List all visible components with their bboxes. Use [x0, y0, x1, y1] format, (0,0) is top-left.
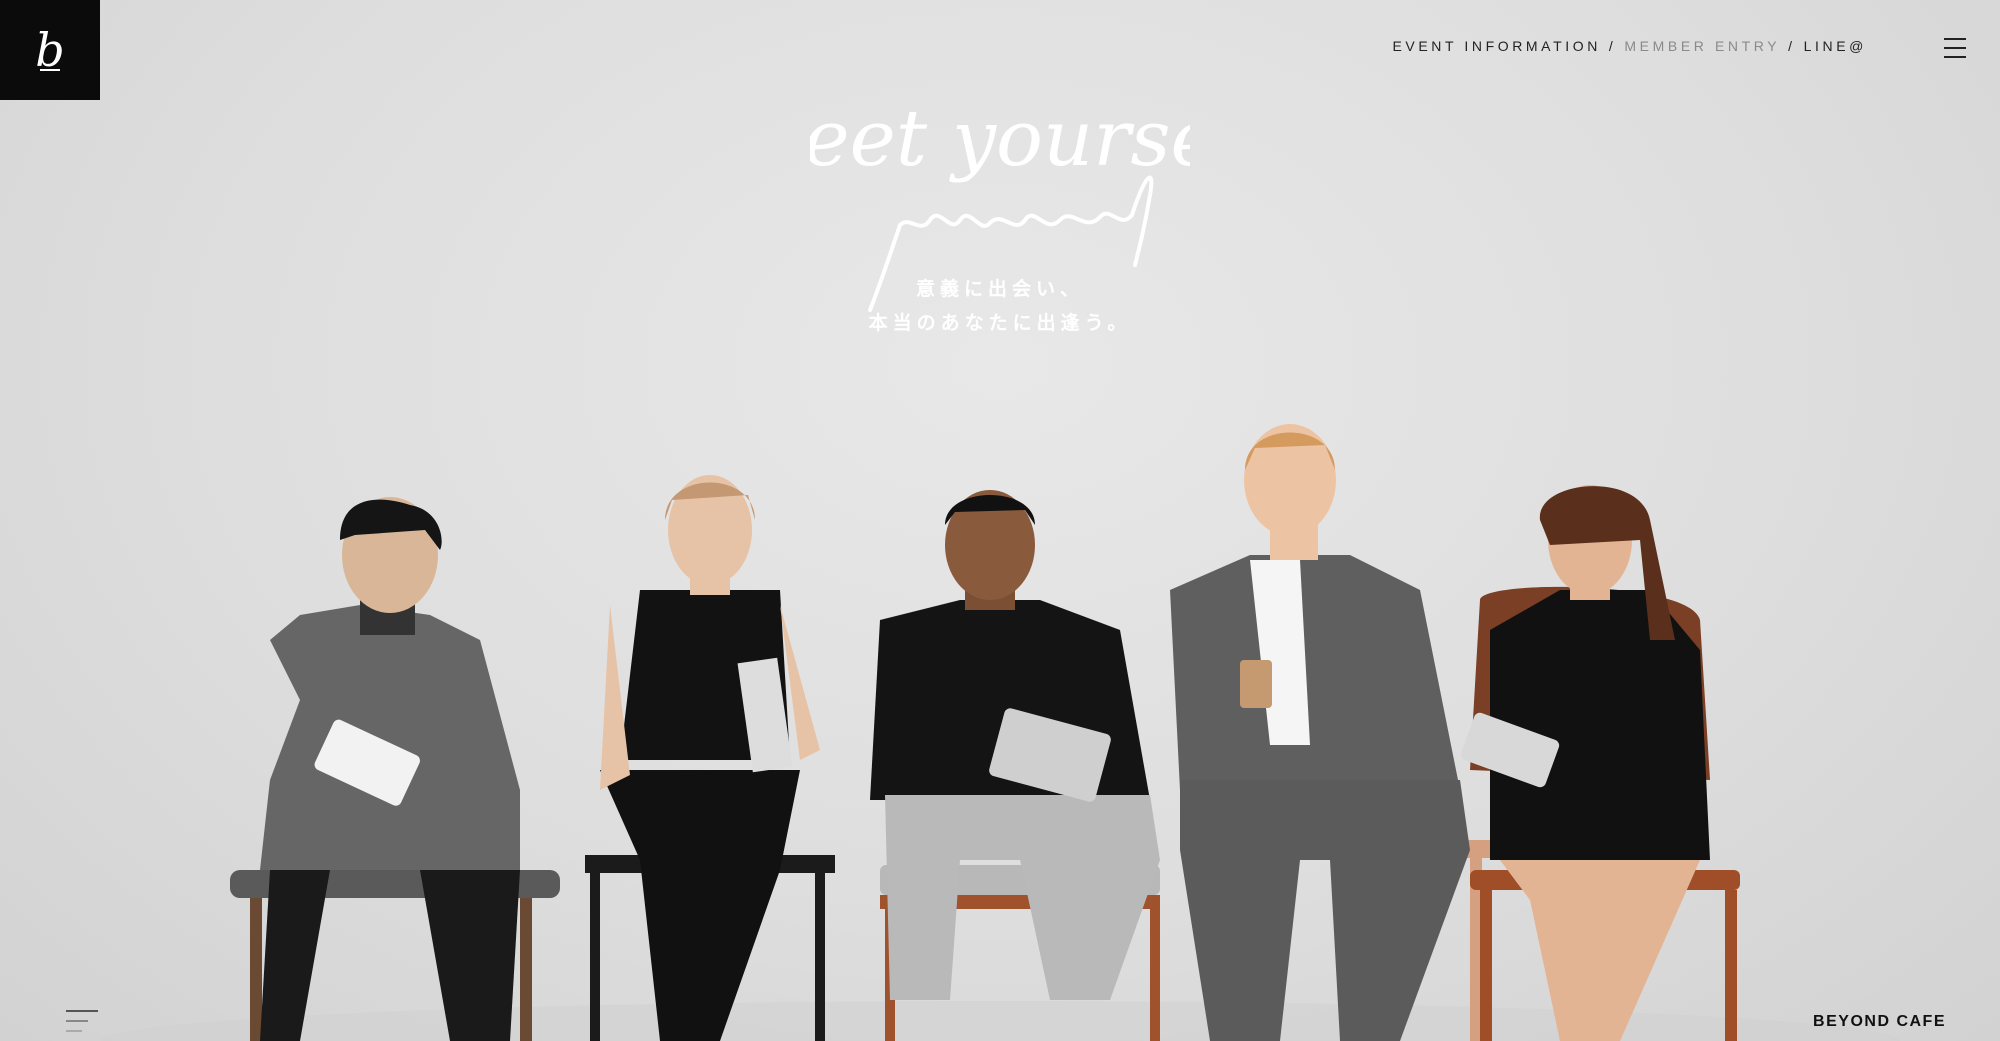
hero-photo-people	[100, 424, 1900, 1041]
person-5	[1460, 485, 1740, 1041]
person-1	[230, 497, 560, 1041]
person-4	[1170, 424, 1500, 1041]
person-2	[585, 475, 835, 1041]
person-3	[870, 490, 1160, 1041]
side-lines-icon[interactable]	[66, 1010, 98, 1038]
brand-mark: BEYOND CAFE	[1813, 1013, 1946, 1030]
